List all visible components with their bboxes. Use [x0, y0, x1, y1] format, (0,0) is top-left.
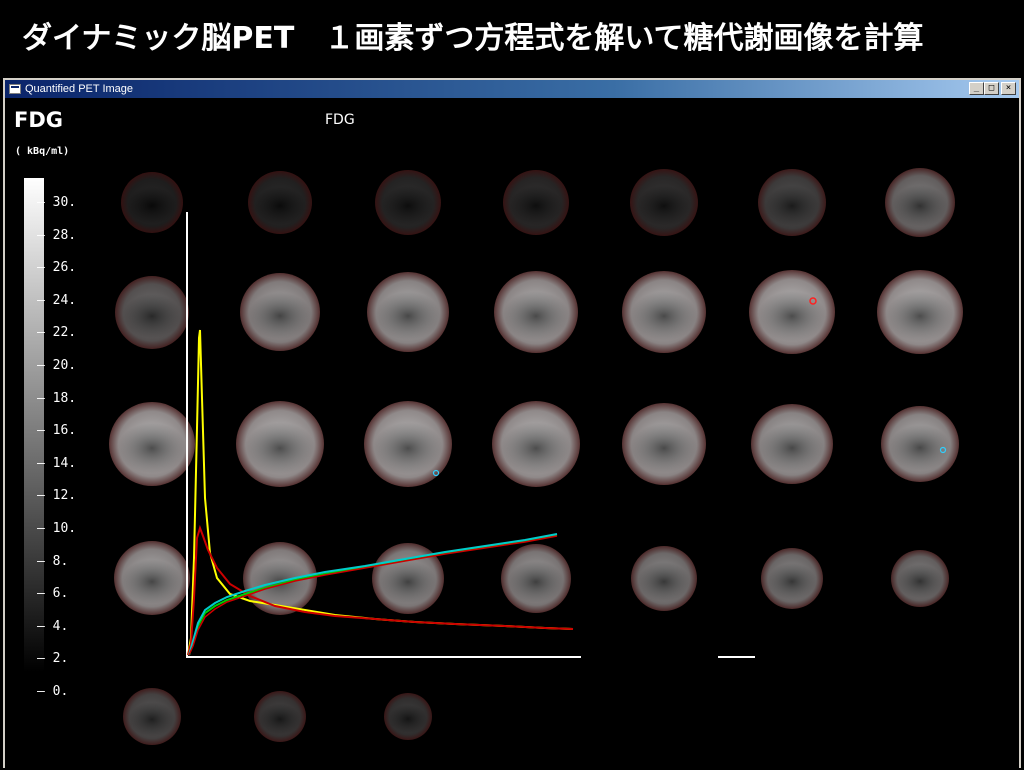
- tissue-curve-red: [188, 535, 558, 656]
- window-title: Quantified PET Image: [25, 83, 134, 95]
- time-activity-curve-overlay: [186, 212, 947, 658]
- window-controls: _ □ ×: [969, 82, 1016, 95]
- roi-marker-cyan: [432, 469, 440, 477]
- roi-marker-cyan: [939, 446, 947, 454]
- slide-title: ダイナミック脳PET １画素ずつ方程式を解いて糖代謝画像を計算: [0, 0, 1024, 78]
- window-titlebar[interactable]: Quantified PET Image _ □ ×: [5, 80, 1019, 98]
- close-button[interactable]: ×: [1001, 82, 1016, 95]
- maximize-button[interactable]: □: [984, 82, 999, 95]
- pet-viewer-window: Quantified PET Image _ □ × FDG ( kBq/ml)…: [3, 78, 1021, 768]
- minimize-button[interactable]: _: [969, 82, 984, 95]
- roi-marker-red: [809, 297, 817, 305]
- viewer-canvas[interactable]: FDG ( kBq/ml) FDG – 30. – 28. – 26. – 24. – …: [5, 98, 1019, 768]
- input-curve-yellow: [187, 329, 574, 656]
- app-window-icon: [9, 84, 21, 94]
- tissue-curve-green: [188, 534, 558, 656]
